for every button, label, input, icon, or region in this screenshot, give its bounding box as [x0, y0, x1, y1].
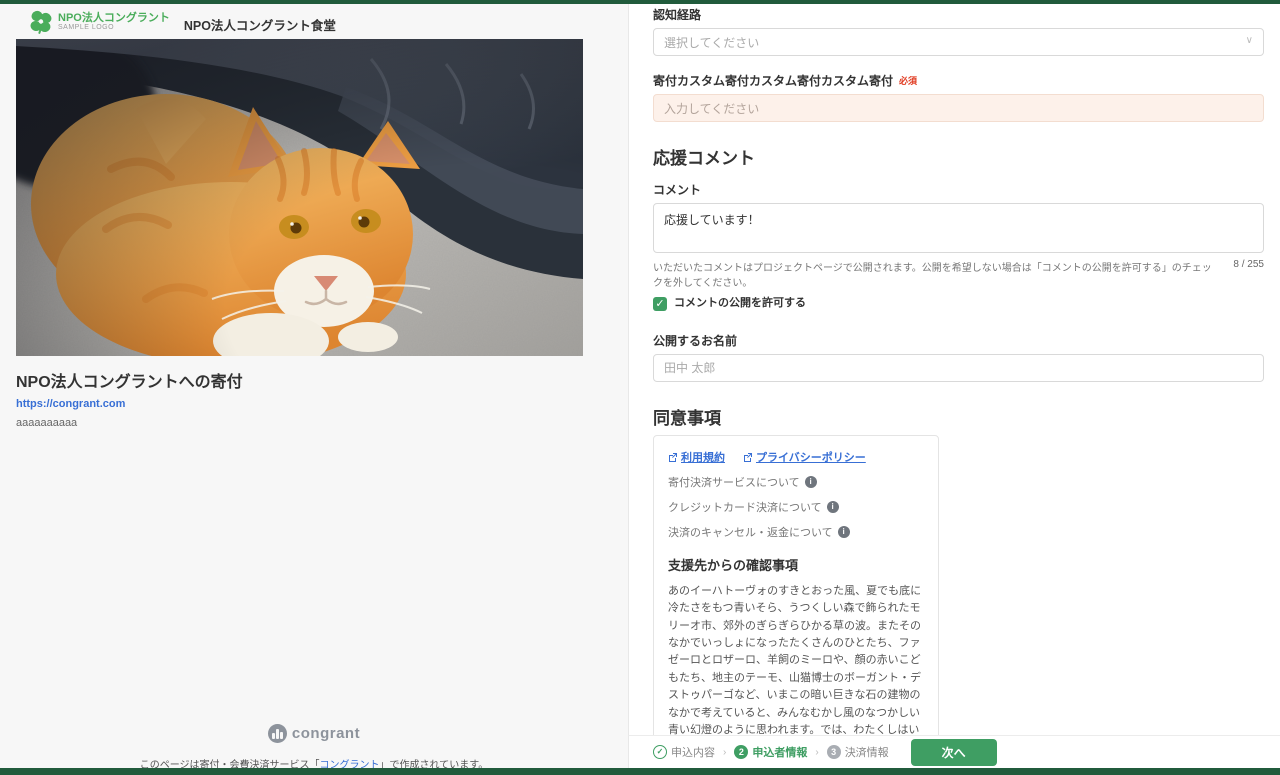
clover-logo-icon	[30, 10, 52, 34]
terms-link[interactable]: 利用規約	[668, 449, 725, 465]
info-item-donation-service[interactable]: 寄付決済サービスについて i	[668, 474, 924, 490]
bottom-accent-bar	[0, 768, 1280, 775]
custom-field-placeholder: 入力してください	[664, 100, 759, 117]
project-cover-photo	[16, 39, 583, 356]
required-badge: 必須	[899, 74, 917, 87]
step-number: 2	[734, 745, 748, 759]
agreement-card: 利用規約 プライバシーポリシー 寄付決済サービスについて i クレジットカード決…	[653, 435, 939, 735]
info-icon[interactable]: i	[838, 526, 850, 538]
brand-subtitle: SAMPLE LOGO	[58, 24, 170, 32]
terms-link-text: 利用規約	[681, 449, 725, 465]
project-title: NPO法人コングラントへの寄付	[16, 368, 576, 392]
agreement-section-heading: 同意事項	[653, 404, 1264, 429]
privacy-link[interactable]: プライバシーポリシー	[743, 449, 866, 465]
custom-field-input[interactable]: 入力してください	[653, 94, 1264, 122]
cat-photo-illustration	[16, 39, 583, 356]
info-icon[interactable]: i	[805, 476, 817, 488]
step-payment-info: 3 決済情報	[827, 744, 889, 760]
public-name-placeholder: 田中 太郎	[664, 359, 715, 376]
external-link-icon	[668, 452, 678, 462]
recognition-label-text: 認知経路	[653, 6, 701, 23]
public-name-input[interactable]: 田中 太郎	[653, 354, 1264, 382]
confirmation-heading: 支援先からの確認事項	[668, 555, 924, 574]
public-name-label: 公開するお名前	[653, 332, 1264, 349]
step-label: 申込内容	[671, 744, 715, 760]
chevron-down-icon: ∨	[1246, 35, 1253, 46]
custom-field-label: 寄付カスタム寄付カスタム寄付カスタム寄付 必須	[653, 72, 1264, 89]
comment-section-heading: 応援コメント	[653, 144, 1264, 169]
comment-textarea[interactable]: 応援しています！	[653, 203, 1264, 253]
comment-helper-row: いただいたコメントはプロジェクトページで公開されます。公開を希望しない場合は「コ…	[653, 259, 1264, 289]
public-name-label-text: 公開するお名前	[653, 332, 737, 349]
brand-text-block: NPO法人コングラント SAMPLE LOGO	[58, 12, 170, 32]
custom-field-label-text: 寄付カスタム寄付カスタム寄付カスタム寄付	[653, 72, 893, 89]
comment-label-text: コメント	[653, 181, 701, 198]
external-link-icon	[743, 452, 753, 462]
privacy-link-text: プライバシーポリシー	[756, 449, 866, 465]
project-description: aaaaaaaaaa	[16, 417, 576, 429]
info-item-text: 決済のキャンセル・返金について	[668, 524, 833, 540]
step-done-check-icon: ✓	[653, 745, 667, 759]
step-applicant-info: 2 申込者情報	[734, 744, 807, 760]
info-item-text: クレジットカード決済について	[668, 499, 822, 515]
step-label: 申込者情報	[752, 744, 807, 760]
project-panel: NPO法人コングラント SAMPLE LOGO NPO法人コングラント食堂	[0, 4, 628, 768]
info-item-cancel-refund[interactable]: 決済のキャンセル・返金について i	[668, 524, 924, 540]
confirmation-text: あのイーハトーヴォのすきとおった風、夏でも底に冷たさをもつ青いそら、うつくしい森…	[668, 583, 924, 735]
comment-char-counter: 8 / 255	[1233, 259, 1264, 270]
recognition-select[interactable]: 選択してください ∨	[653, 28, 1264, 56]
comment-publish-checkbox-row[interactable]: ✓ コメントの公開を許可する	[653, 296, 1264, 312]
comment-label: コメント	[653, 181, 1264, 198]
step-separator-icon: ›	[723, 747, 726, 758]
step-indicator: ✓ 申込内容 › 2 申込者情報 › 3 決済情報	[653, 744, 889, 760]
info-item-text: 寄付決済サービスについて	[668, 474, 800, 490]
next-button[interactable]: 次へ	[911, 739, 997, 766]
comment-publish-label: コメントの公開を許可する	[674, 296, 806, 312]
step-label: 決済情報	[845, 744, 889, 760]
recognition-label: 認知経路	[653, 6, 1264, 23]
project-url-link[interactable]: https://congrant.com	[16, 398, 125, 410]
wizard-footer-bar: ✓ 申込内容 › 2 申込者情報 › 3 決済情報 次へ	[628, 735, 1280, 768]
application-form-panel: 認知経路 選択してください ∨ 寄付カスタム寄付カスタム寄付カスタム寄付 必須 …	[628, 4, 1280, 735]
organization-header: NPO法人コングラント SAMPLE LOGO NPO法人コングラント食堂	[30, 10, 336, 34]
congrant-wordmark: congrant	[292, 725, 360, 742]
organization-name: NPO法人コングラント食堂	[184, 15, 336, 34]
donation-page: NPO法人コングラント SAMPLE LOGO NPO法人コングラント食堂	[0, 0, 1280, 775]
agreement-links-row: 利用規約 プライバシーポリシー	[668, 449, 924, 465]
congrant-mark-icon	[268, 724, 287, 743]
comment-publish-checkbox[interactable]: ✓	[653, 297, 667, 311]
step-number: 3	[827, 745, 841, 759]
project-info: NPO法人コングラントへの寄付 https://congrant.com aaa…	[16, 368, 576, 429]
comment-helper-text: いただいたコメントはプロジェクトページで公開されます。公開を希望しない場合は「コ…	[653, 259, 1219, 289]
recognition-placeholder: 選択してください	[664, 34, 759, 51]
service-footer: congrant このページは寄付・会費決済サービス「コングラント」で作成されて…	[0, 724, 628, 771]
step-application-content: ✓ 申込内容	[653, 744, 715, 760]
step-separator-icon: ›	[815, 747, 818, 758]
info-item-credit-card[interactable]: クレジットカード決済について i	[668, 499, 924, 515]
congrant-logo: congrant	[268, 724, 360, 743]
info-icon[interactable]: i	[827, 501, 839, 513]
brand-title: NPO法人コングラント	[58, 12, 170, 24]
